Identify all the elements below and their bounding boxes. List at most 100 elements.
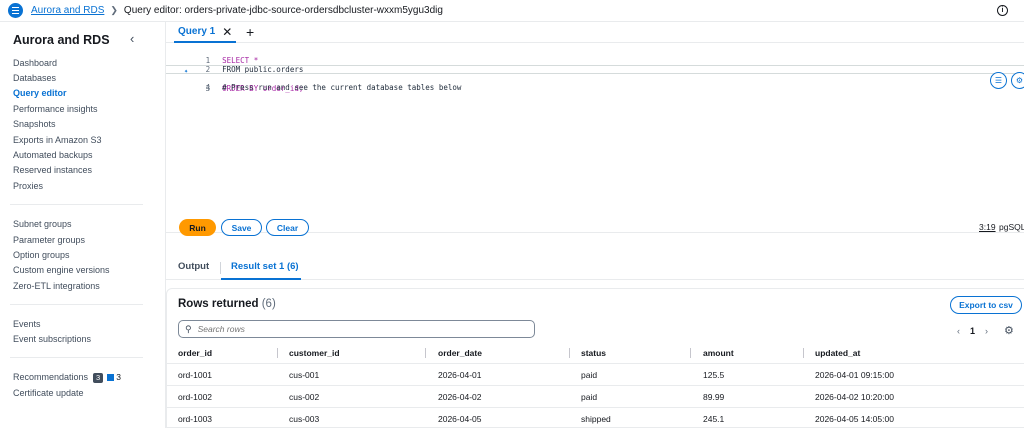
column-header-customer-id[interactable]: customer_id xyxy=(289,342,340,364)
code-line-active: ✦ 3 ORDER BY order_id; xyxy=(166,65,1024,93)
search-icon: ⚲ xyxy=(185,323,192,334)
search-rows-input[interactable] xyxy=(197,324,518,334)
page-number[interactable]: 1 xyxy=(970,326,975,336)
table-cell: paid xyxy=(581,370,598,380)
sidebar-item-query-editor[interactable]: Query editor xyxy=(13,88,67,98)
tab-output[interactable]: Output xyxy=(178,261,209,272)
table-row: ord-1003 cus-003 2026-04-05 shipped 245.… xyxy=(167,408,1024,428)
sidebar-item-custom-engine-versions[interactable]: Custom engine versions xyxy=(13,265,110,275)
recommendations-label: Recommendations xyxy=(13,372,89,382)
column-header-updated-at[interactable]: updated_at xyxy=(815,342,860,364)
table-cell: 2026-04-02 xyxy=(438,392,482,402)
table-cell: 89.99 xyxy=(703,392,725,402)
cursor-position: 3:19 xyxy=(979,222,996,232)
gear-icon[interactable]: ⚙ xyxy=(1004,324,1014,337)
info-square-icon xyxy=(107,374,115,381)
sidebar-item-certificate-update[interactable]: Certificate update xyxy=(13,388,84,398)
table-header-row: order_id customer_id order_date status a… xyxy=(167,342,1024,364)
sidebar-item-reserved-instances[interactable]: Reserved instances xyxy=(13,165,92,175)
line-number: 4 xyxy=(205,83,211,92)
breadcrumb-root-link[interactable]: Aurora and RDS xyxy=(31,5,104,16)
column-separator xyxy=(690,348,691,358)
recommendations-badge-blue: 3 xyxy=(116,372,121,382)
breadcrumb-current: Query editor: orders-private-jdbc-source… xyxy=(123,5,443,16)
table-cell: cus-001 xyxy=(289,370,320,380)
sidebar-item-parameter-groups[interactable]: Parameter groups xyxy=(13,235,85,245)
close-icon[interactable]: ✕ xyxy=(222,25,232,39)
column-header-amount[interactable]: amount xyxy=(703,342,734,364)
code-text: # Press run and see the current database… xyxy=(222,83,462,92)
table-cell: 2026-04-05 14:05:00 xyxy=(815,414,894,424)
code-line: 2 FROM public.orders xyxy=(166,56,1024,74)
sidebar-item-dashboard[interactable]: Dashboard xyxy=(13,58,57,68)
column-header-status[interactable]: status xyxy=(581,342,606,364)
sidebar-item-zero-etl[interactable]: Zero-ETL integrations xyxy=(13,281,100,291)
chevron-right-icon[interactable]: › xyxy=(985,326,988,336)
menu-icon[interactable] xyxy=(8,3,23,18)
sql-editor[interactable]: 1 SELECT * 2 FROM public.orders ✦ 3 ORDER B… xyxy=(166,44,1024,233)
table-cell: 2026-04-05 xyxy=(438,414,482,424)
table-cell: cus-002 xyxy=(289,392,320,402)
active-tab-indicator xyxy=(221,278,301,280)
clear-button[interactable]: Clear xyxy=(266,219,309,236)
sidebar-item-snapshots[interactable]: Snapshots xyxy=(13,119,56,129)
table-cell: shipped xyxy=(581,414,611,424)
pagination: ‹ 1 › ⚙ xyxy=(957,324,1014,337)
table-row: ord-1002 cus-002 2026-04-02 paid 89.99 2… xyxy=(167,386,1024,408)
tab-result-set-1[interactable]: Result set 1 (6) xyxy=(231,261,299,272)
sidebar-item-automated-backups[interactable]: Automated backups xyxy=(13,150,93,160)
sidebar-divider xyxy=(10,204,143,205)
table-cell: 2026-04-02 10:20:00 xyxy=(815,392,894,402)
plus-icon[interactable]: + xyxy=(246,24,254,40)
export-csv-button[interactable]: Export to csv xyxy=(950,296,1022,314)
tab-divider xyxy=(220,262,221,274)
chevron-left-icon[interactable]: ‹ xyxy=(130,31,134,46)
rows-returned-label: Rows returned xyxy=(178,298,259,310)
column-separator xyxy=(425,348,426,358)
sidebar-item-events[interactable]: Events xyxy=(13,319,41,329)
sidebar-item-event-subscriptions[interactable]: Event subscriptions xyxy=(13,334,91,344)
sidebar-item-proxies[interactable]: Proxies xyxy=(13,181,43,191)
save-button[interactable]: Save xyxy=(221,219,262,236)
column-header-order-date[interactable]: order_date xyxy=(438,342,482,364)
tab-label: Query 1 xyxy=(178,26,216,37)
rows-returned-heading: Rows returned (6) xyxy=(178,298,276,310)
document-icon[interactable]: ☰ xyxy=(990,72,1007,89)
info-icon[interactable]: i xyxy=(997,5,1008,16)
chevron-right-icon: ❯ xyxy=(110,5,118,15)
result-tab-bar: Output Result set 1 (6) xyxy=(166,256,1024,280)
table-cell: ord-1003 xyxy=(178,414,213,424)
table-cell: paid xyxy=(581,392,598,402)
column-separator xyxy=(569,348,570,358)
main-panel: Query 1 ✕ + 1 SELECT * 2 FROM public.order… xyxy=(165,22,1024,428)
sidebar-item-performance-insights[interactable]: Performance insights xyxy=(13,104,98,114)
query-tab-bar: Query 1 ✕ + xyxy=(166,22,1024,43)
sidebar-item-databases[interactable]: Databases xyxy=(13,73,56,83)
table-cell: 2026-04-01 xyxy=(438,370,482,380)
column-separator xyxy=(803,348,804,358)
sidebar-item-option-groups[interactable]: Option groups xyxy=(13,250,70,260)
table-cell: ord-1001 xyxy=(178,370,213,380)
column-separator xyxy=(277,348,278,358)
table-cell: 2026-04-01 09:15:00 xyxy=(815,370,894,380)
sidebar-title: Aurora and RDS xyxy=(13,33,110,47)
table-cell: ord-1002 xyxy=(178,392,213,402)
tab-query-1[interactable]: Query 1 ✕ xyxy=(174,22,237,43)
results-panel: Rows returned (6) Export to csv ⚲ ‹ 1 › … xyxy=(166,288,1024,428)
run-button[interactable]: Run xyxy=(179,219,216,236)
sidebar-item-exports-s3[interactable]: Exports in Amazon S3 xyxy=(13,135,102,145)
search-rows-field[interactable]: ⚲ xyxy=(178,320,535,338)
sidebar-item-subnet-groups[interactable]: Subnet groups xyxy=(13,219,72,229)
table-cell: 245.1 xyxy=(703,414,725,424)
language-label: pgSQL xyxy=(999,222,1024,232)
code-line: 4 # Press run and see the current databas… xyxy=(166,74,1024,92)
chevron-left-icon[interactable]: ‹ xyxy=(957,326,960,336)
column-header-order-id[interactable]: order_id xyxy=(178,342,212,364)
sidebar-divider xyxy=(10,304,143,305)
sidebar-item-recommendations[interactable]: Recommendations 3 3 xyxy=(13,372,121,383)
gear-icon[interactable]: ⚙ xyxy=(1011,72,1024,89)
code-line: 1 SELECT * xyxy=(166,47,1024,65)
rows-count: (6) xyxy=(261,298,276,310)
sidebar-divider xyxy=(10,357,143,358)
recommendations-badge-dark: 3 xyxy=(93,373,104,383)
